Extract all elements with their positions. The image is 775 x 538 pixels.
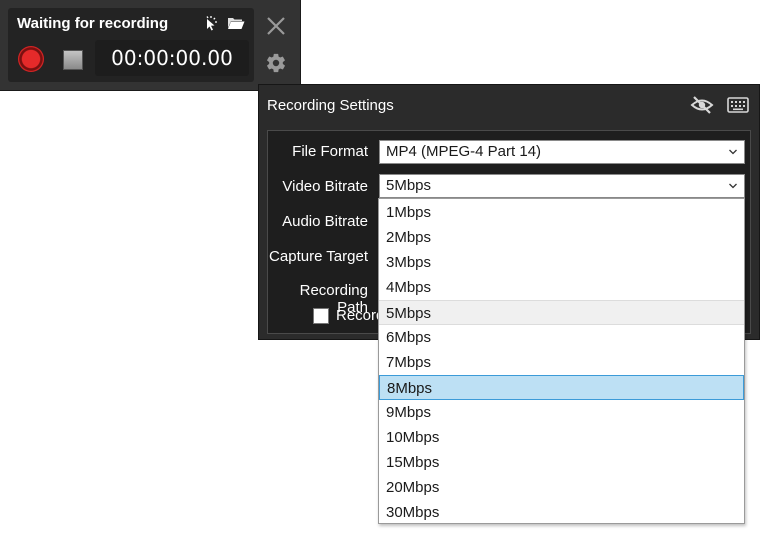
gear-icon[interactable] [265,52,287,74]
recorder-main-panel: Waiting for recording 00:00:00.00 [8,8,254,82]
recording-timer: 00:00:00.00 [95,40,249,76]
file-format-value: MP4 (MPEG-4 Part 14) [386,143,542,160]
dropdown-option[interactable]: 15Mbps [379,450,744,475]
dropdown-option[interactable]: 9Mbps [379,400,744,425]
dropdown-option[interactable]: 20Mbps [379,475,744,500]
dropdown-option[interactable]: 7Mbps [379,350,744,375]
close-icon[interactable] [266,16,286,36]
stop-button[interactable] [63,50,83,70]
record-checkbox[interactable] [313,308,329,324]
file-format-label: File Format [292,143,368,160]
video-bitrate-value: 5Mbps [386,177,432,194]
chevron-down-icon [729,149,737,155]
keyboard-icon[interactable] [727,96,749,114]
audio-bitrate-label: Audio Bitrate [282,213,368,230]
dropdown-option-selected[interactable]: 5Mbps [379,300,744,325]
dropdown-option[interactable]: 3Mbps [379,250,744,275]
video-bitrate-label: Video Bitrate [282,178,368,195]
dropdown-option[interactable]: 1Mbps [379,200,744,225]
recording-status-title: Waiting for recording [17,15,169,32]
settings-title: Recording Settings [267,97,394,114]
video-bitrate-dropdown: 1Mbps 2Mbps 3Mbps 4Mbps 5Mbps 6Mbps 7Mbp… [378,198,745,524]
dropdown-option[interactable]: 2Mbps [379,225,744,250]
record-button[interactable] [18,46,44,72]
cursor-click-icon[interactable] [202,15,218,31]
dropdown-option-highlighted[interactable]: 8Mbps [379,375,744,400]
video-bitrate-select[interactable]: 5Mbps [379,174,745,198]
folder-open-icon[interactable] [227,15,245,31]
eye-off-icon[interactable] [690,95,714,115]
dropdown-option[interactable]: 6Mbps [379,325,744,350]
watermark [0,143,55,211]
capture-target-label: Capture Target [269,248,368,265]
dropdown-option[interactable]: 30Mbps [379,500,744,525]
dropdown-option[interactable]: 10Mbps [379,425,744,450]
file-format-select[interactable]: MP4 (MPEG-4 Part 14) [379,140,745,164]
recorder-widget: Waiting for recording 00:00:00.00 [0,0,301,91]
chevron-down-icon [729,183,737,189]
dropdown-option[interactable]: 4Mbps [379,275,744,300]
